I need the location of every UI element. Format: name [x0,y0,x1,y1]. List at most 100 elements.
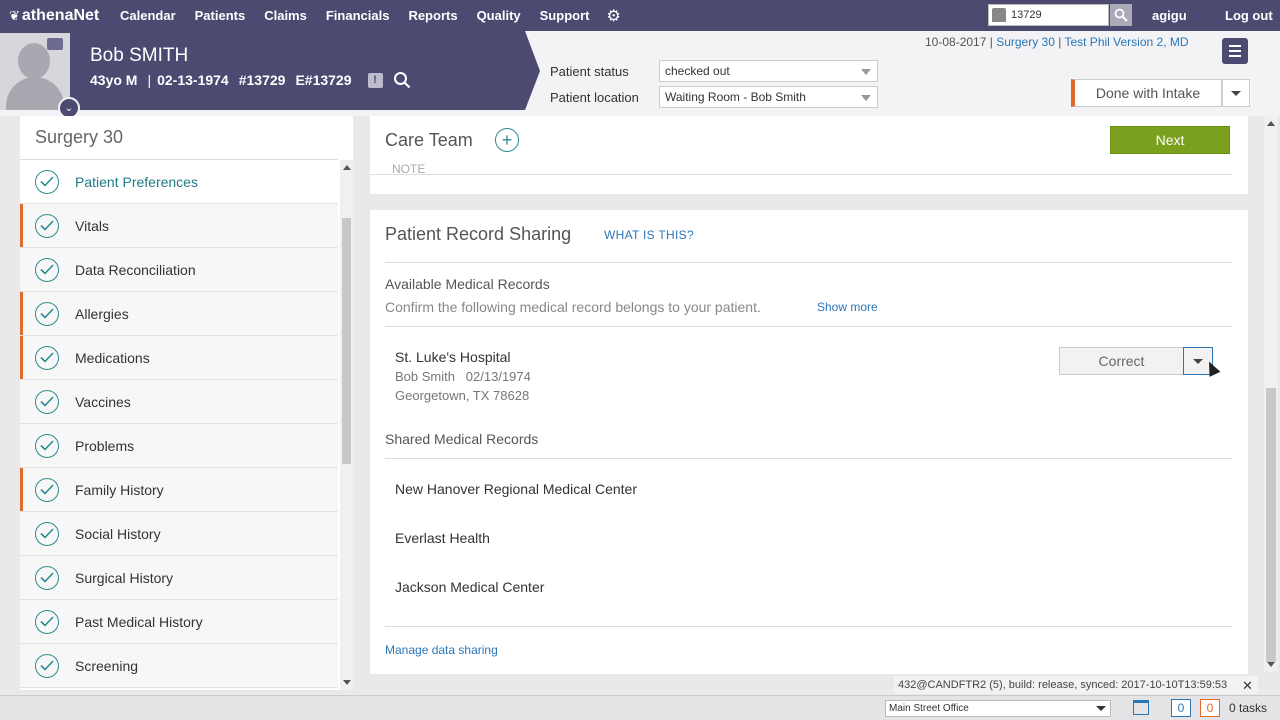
sidebar-item-medications[interactable]: Medications [20,336,338,380]
sidebar-item-family-history[interactable]: Family History [20,468,338,512]
nav-financials[interactable]: Financials [326,8,390,23]
sidebar-item-problems[interactable]: Problems [20,424,338,468]
sidebar-scroll-thumb[interactable] [342,218,351,464]
athena-leaf-icon: ❦ [9,7,20,23]
scroll-down-icon[interactable] [1267,662,1275,667]
sidebar-item-label: Patient Preferences [75,173,198,190]
manage-data-sharing-link[interactable]: Manage data sharing [385,643,498,657]
divider [385,458,1232,459]
hamburger-menu-icon[interactable] [1222,38,1248,64]
patient-dob: 02-13-1974 [157,72,229,88]
build-info: 432@CANDFTR2 (5), build: release, synced… [894,676,1258,694]
patient-location-value: Waiting Room - Bob Smith [665,90,806,104]
patient-meta: 43yo M | 02-13-1974 #13729 E#13729 ! [90,71,411,89]
record-address-line: Georgetown, TX 78628 [395,388,530,403]
divider [385,326,1232,327]
sidebar-list: Patient Preferences Vitals Data Reconcil… [20,160,338,688]
main-scroll-thumb[interactable] [1266,388,1276,662]
sidebar-item-surgical-history[interactable]: Surgical History [20,556,338,600]
person-icon [992,8,1006,22]
patient-avatar[interactable] [0,33,70,110]
encounter-date: 10-08-2017 [925,35,987,49]
camera-icon[interactable] [47,38,63,50]
tasks-count[interactable]: 0 tasks [1229,701,1267,715]
athenanet-logo[interactable]: ❦ athenaNet [0,7,120,25]
nav-support[interactable]: Support [540,8,590,23]
available-records-heading: Available Medical Records [385,276,550,292]
check-circle-icon [35,389,59,414]
blue-count-badge[interactable]: 0 [1171,699,1191,717]
nav-patients[interactable]: Patients [195,8,246,23]
calendar-icon[interactable] [1133,700,1149,715]
patient-search [988,4,1132,26]
sidebar-item-label: Vitals [75,217,109,234]
office-value: Main Street Office [889,703,969,714]
patient-location-select[interactable]: Waiting Room - Bob Smith [659,86,878,108]
top-nav: ❦ athenaNet Calendar Patients Claims Fin… [0,0,1280,31]
nav-links: Calendar Patients Claims Financials Repo… [120,6,621,26]
caret-down-icon [1231,90,1241,96]
encounter-department[interactable]: Surgery 30 [996,35,1055,49]
sidebar-item-screening[interactable]: Screening [20,644,338,688]
scroll-up-icon[interactable] [343,165,351,170]
sidebar-item-patient-preferences[interactable]: Patient Preferences [20,160,338,204]
patient-search-icon[interactable] [393,71,411,89]
nav-reports[interactable]: Reports [408,8,457,23]
sidebar-item-data-reconciliation[interactable]: Data Reconciliation [20,248,338,292]
show-more-link[interactable]: Show more [817,300,878,314]
what-is-this-link[interactable]: WHAT IS THIS? [604,228,694,242]
add-care-team-icon[interactable]: + [495,128,519,152]
sidebar-item-label: Data Reconciliation [75,261,196,278]
meta-divider: | [147,72,152,88]
sidebar-item-vitals[interactable]: Vitals [20,204,338,248]
done-with-intake-button[interactable]: Done with Intake [1071,79,1222,107]
alert-icon[interactable]: ! [367,72,383,88]
patient-status-select[interactable]: checked out [659,60,878,82]
gear-icon[interactable]: ⚙ [606,6,620,26]
check-circle-icon [35,213,59,238]
encounter-provider[interactable]: Test Phil Version 2, MD [1064,35,1188,49]
record-patient-line: Bob Smith 02/13/1974 [395,369,531,384]
sidebar-item-vaccines[interactable]: Vaccines [20,380,338,424]
chevron-down-icon: ⌄ [64,102,74,114]
sidebar-item-past-medical-history[interactable]: Past Medical History [20,600,338,644]
done-options-button[interactable] [1222,79,1250,107]
search-button[interactable] [1110,4,1132,26]
patient-search-input[interactable] [1011,9,1107,21]
sidebar-item-label: Past Medical History [75,613,203,630]
patient-status-label: Patient status [550,64,629,79]
orange-count-badge[interactable]: 0 [1200,699,1220,717]
close-icon[interactable]: ✕ [1242,678,1253,694]
sidebar-item-allergies[interactable]: Allergies [20,292,338,336]
check-circle-icon [35,477,59,502]
check-circle-icon [35,433,59,458]
check-circle-icon [35,653,59,678]
care-team-card: Care Team + Next NOTE [370,116,1248,194]
care-team-title: Care Team [385,130,473,150]
scroll-down-icon[interactable] [343,680,351,685]
sidebar-item-label: Screening [75,657,139,674]
next-button[interactable]: Next [1110,126,1230,154]
dropdown-caret-icon [861,69,871,75]
scroll-up-icon[interactable] [1267,121,1275,126]
confirm-text: Confirm the following medical record bel… [385,299,761,315]
sidebar-item-label: Medications [75,349,150,366]
nav-claims[interactable]: Claims [264,8,307,23]
office-select[interactable]: Main Street Office [885,700,1111,717]
user-name[interactable]: agigu [1152,8,1187,23]
divider [385,262,1232,263]
correct-button[interactable]: Correct [1059,347,1184,375]
sidebar-title: Surgery 30 [20,116,338,160]
record-sharing-card: Patient Record Sharing WHAT IS THIS? Ava… [370,210,1248,674]
nav-quality[interactable]: Quality [477,8,521,23]
logout-link[interactable]: Log out [1225,8,1273,23]
sidebar-scrollbar[interactable] [340,160,353,690]
caret-down-icon [1096,706,1106,711]
divider [385,626,1232,627]
sidebar-item-label: Family History [75,481,164,498]
shared-record-item: Everlast Health [395,530,490,546]
nav-calendar[interactable]: Calendar [120,8,176,23]
check-circle-icon [35,609,59,634]
sidebar-item-social-history[interactable]: Social History [20,512,338,556]
main-scrollbar[interactable] [1264,116,1278,672]
